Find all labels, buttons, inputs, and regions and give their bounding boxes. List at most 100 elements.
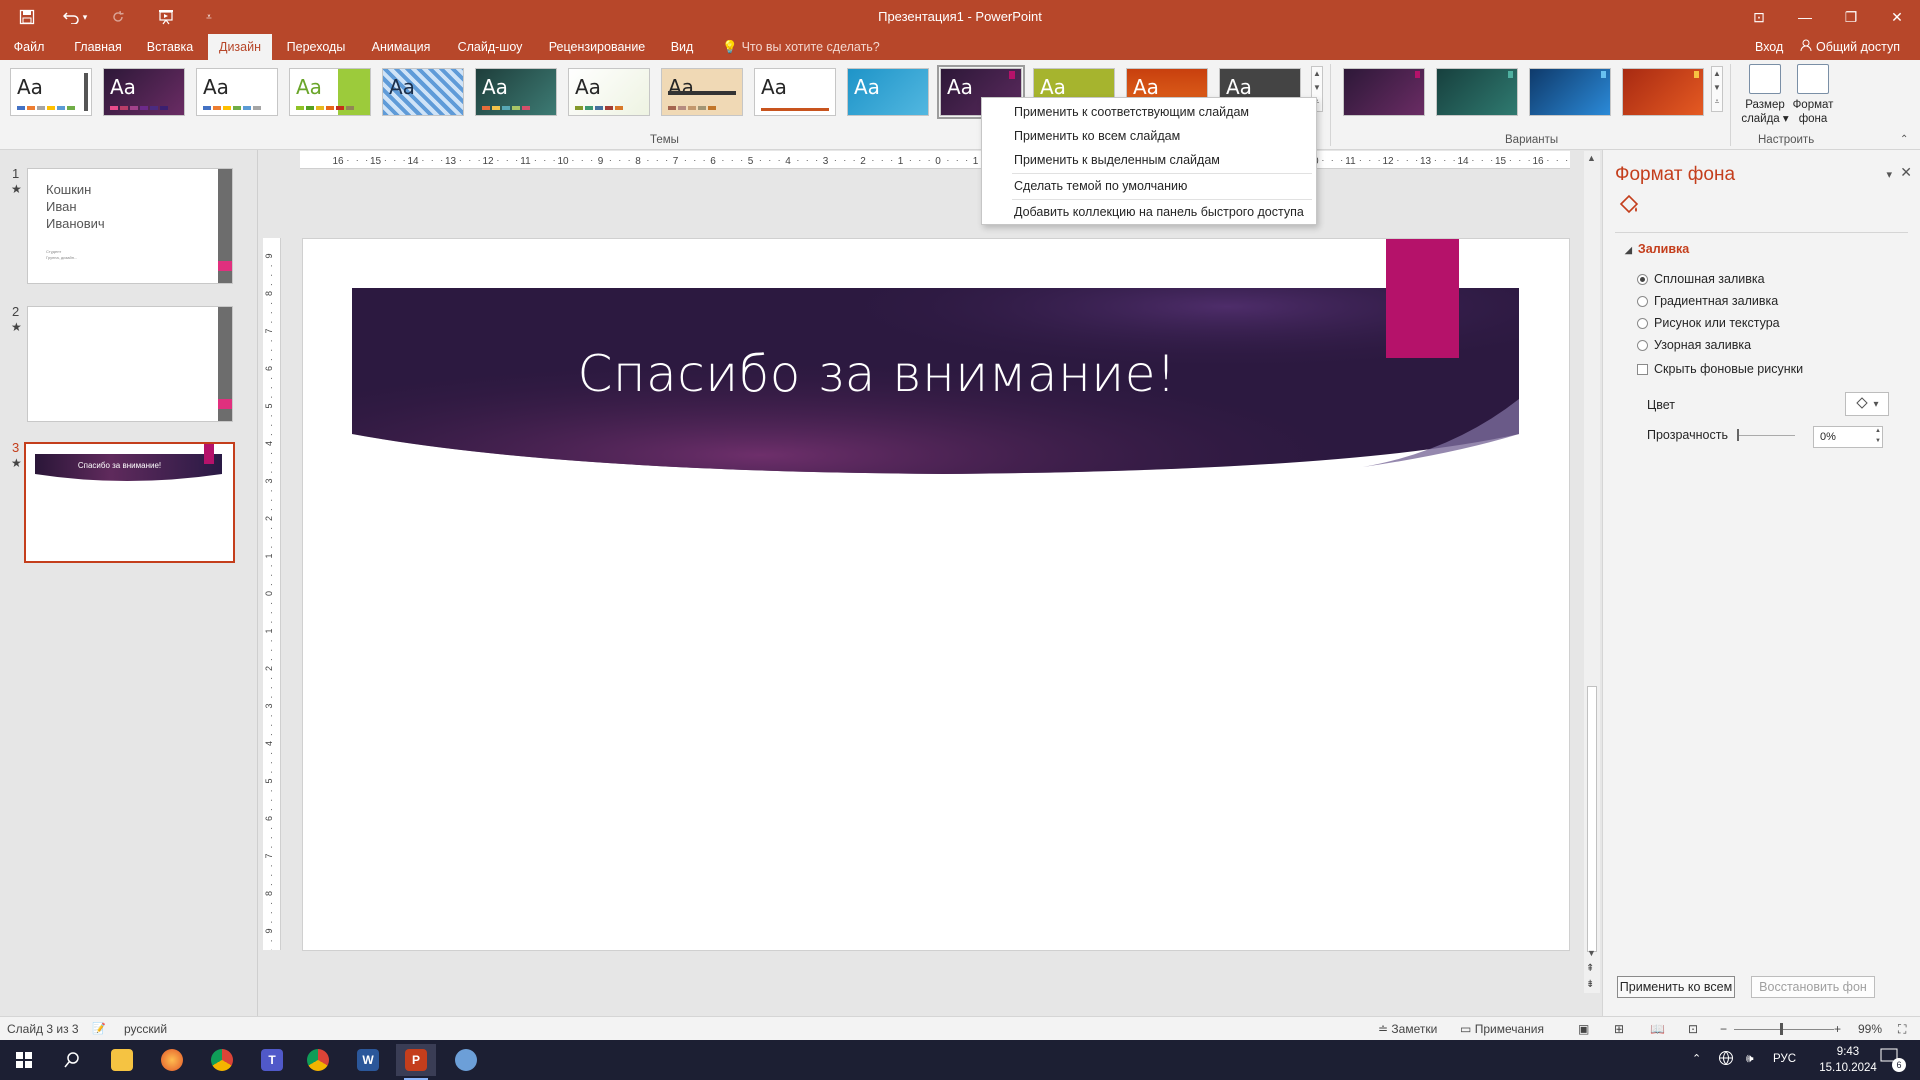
picture-fill-option[interactable]: Рисунок или текстура xyxy=(1637,314,1780,332)
tab-design[interactable]: Дизайн xyxy=(208,34,272,60)
menu-set-default-theme[interactable]: Сделать темой по умолчанию xyxy=(1014,176,1187,196)
theme-thumbnail-facet[interactable]: Aa xyxy=(196,68,278,116)
scroll-up-arrow[interactable]: ▲ xyxy=(1587,153,1596,163)
slide-thumbnail-2[interactable] xyxy=(27,306,233,422)
language-indicator[interactable]: русский xyxy=(124,1022,167,1036)
restore-button[interactable]: ❐ xyxy=(1828,0,1874,34)
collapse-ribbon-icon[interactable]: ⌃ xyxy=(1900,134,1908,145)
notes-button[interactable]: ≐ Заметки xyxy=(1378,1022,1437,1036)
transparency-spinner[interactable]: ▲ ▼ xyxy=(1875,426,1881,446)
scroll-down-arrow[interactable]: ▼ xyxy=(1587,948,1596,958)
pane-options-icon[interactable]: ▾ xyxy=(1886,168,1892,181)
theme-thumbnail-slice[interactable]: Aa xyxy=(754,68,836,116)
variant-thumbnail-blue[interactable] xyxy=(1529,68,1611,116)
firefox-icon[interactable] xyxy=(152,1044,192,1076)
transparency-slider[interactable] xyxy=(1737,435,1795,436)
lightbulb-icon: 💡 xyxy=(722,40,738,54)
spelling-check-icon[interactable]: 📝 xyxy=(92,1022,106,1035)
theme-thumbnail-organic[interactable]: Aa xyxy=(568,68,650,116)
theme-thumbnail-wisp[interactable]: Aa xyxy=(847,68,929,116)
tab-file[interactable]: Файл xyxy=(6,34,52,60)
ribbon-display-options-icon[interactable]: ⊡ xyxy=(1736,0,1782,34)
slide-canvas[interactable]: Спасибо за внимание! xyxy=(302,238,1570,951)
zoom-slider[interactable] xyxy=(1734,1029,1834,1030)
hide-background-graphics-checkbox[interactable]: Скрыть фоновые рисунки xyxy=(1637,360,1803,378)
theme-thumbnail-retrospect[interactable]: Aa xyxy=(661,68,743,116)
slide-thumbnail-3[interactable]: Спасибо за внимание! xyxy=(24,442,235,563)
theme-thumbnail-ion-boardroom[interactable]: Aa xyxy=(475,68,557,116)
next-slide-icon[interactable]: ⇟ xyxy=(1586,979,1594,990)
notification-center-icon[interactable]: 6 xyxy=(1880,1048,1906,1072)
tab-insert[interactable]: Вставка xyxy=(140,34,200,60)
zoom-slider-handle[interactable] xyxy=(1780,1023,1783,1035)
reading-view-icon[interactable]: 📖 xyxy=(1650,1022,1665,1036)
ruler-tick-mark xyxy=(271,302,272,304)
theme-thumbnail-berlin[interactable]: Aa xyxy=(103,68,185,116)
color-picker-button[interactable]: ▾ xyxy=(1845,392,1889,416)
theme-thumbnail-quotable[interactable]: Aa xyxy=(382,68,464,116)
menu-add-gallery-to-qat[interactable]: Добавить коллекцию на панель быстрого до… xyxy=(1014,202,1304,222)
variant-thumbnail-teal[interactable] xyxy=(1436,68,1518,116)
start-icon[interactable] xyxy=(4,1044,44,1076)
paint-icon[interactable] xyxy=(446,1044,486,1076)
share-button[interactable]: Общий доступ xyxy=(1800,34,1900,60)
tab-home[interactable]: Главная xyxy=(64,34,132,60)
normal-view-icon[interactable]: ▣ xyxy=(1578,1022,1589,1036)
solid-fill-option[interactable]: Сплошная заливка xyxy=(1637,270,1765,288)
format-background-button[interactable]: Формат фона xyxy=(1788,64,1838,126)
chrome-icon[interactable] xyxy=(202,1044,242,1076)
word-icon[interactable]: W xyxy=(348,1044,388,1076)
gradient-fill-option[interactable]: Градиентная заливка xyxy=(1637,292,1778,310)
chrome-icon[interactable] xyxy=(298,1044,338,1076)
theme-thumbnail-ion[interactable]: Aa xyxy=(289,68,371,116)
slideshow-view-icon[interactable]: ⊡ xyxy=(1688,1022,1698,1036)
menu-apply-selected-slides[interactable]: Применить к выделенным слайдам xyxy=(1014,150,1220,170)
tab-transitions[interactable]: Переходы xyxy=(280,34,352,60)
variant-thumbnail-orange[interactable] xyxy=(1622,68,1704,116)
slide-sorter-icon[interactable]: ⊞ xyxy=(1614,1022,1624,1036)
zoom-level[interactable]: 99% xyxy=(1858,1022,1882,1036)
volume-icon[interactable]: 🕪 xyxy=(1746,1051,1754,1066)
fill-section-header[interactable]: ◢ Заливка xyxy=(1625,242,1689,256)
pane-close-icon[interactable]: ✕ xyxy=(1900,164,1912,181)
pattern-fill-option[interactable]: Узорная заливка xyxy=(1637,336,1751,354)
powerpoint-icon[interactable]: P xyxy=(396,1044,436,1080)
zoom-out-button[interactable]: − xyxy=(1720,1022,1727,1036)
scrollbar-thumb[interactable] xyxy=(1587,686,1597,952)
slide-title[interactable]: Спасибо за внимание! xyxy=(352,345,1402,403)
slide-size-button[interactable]: Размер слайда ▾ xyxy=(1740,64,1790,126)
slide-thumbnail-1[interactable]: Кошкин Иван Иванович Студент Группа, диз… xyxy=(27,168,233,284)
input-language[interactable]: РУС xyxy=(1773,1053,1796,1065)
reset-background-button[interactable]: Восстановить фон xyxy=(1751,976,1875,998)
file-explorer-icon[interactable] xyxy=(102,1044,142,1076)
fill-bucket-icon[interactable] xyxy=(1617,192,1641,219)
close-button[interactable]: ✕ xyxy=(1874,0,1920,34)
show-hidden-icons-icon[interactable]: ⌃ xyxy=(1692,1052,1701,1065)
minimize-button[interactable]: — xyxy=(1782,0,1828,34)
clock[interactable]: 9:43 15.10.2024 xyxy=(1818,1044,1878,1076)
transparency-input[interactable]: 0% xyxy=(1813,426,1883,448)
tab-review[interactable]: Рецензирование xyxy=(540,34,654,60)
search-icon[interactable] xyxy=(52,1044,92,1076)
fit-to-window-icon[interactable]: ⛶ xyxy=(1898,1022,1906,1037)
tab-slideshow[interactable]: Слайд-шоу xyxy=(450,34,530,60)
teams-icon[interactable]: T xyxy=(252,1044,292,1076)
zoom-in-button[interactable]: + xyxy=(1834,1022,1841,1036)
network-icon[interactable] xyxy=(1718,1050,1734,1069)
tab-view[interactable]: Вид xyxy=(664,34,700,60)
transparency-slider-handle[interactable] xyxy=(1737,429,1739,441)
variant-thumbnail-purple[interactable] xyxy=(1343,68,1425,116)
previous-slide-icon[interactable]: ⇞ xyxy=(1586,963,1594,974)
ruler-tick-mark xyxy=(271,321,272,323)
variants-scroll[interactable]: ▲ ▼ ⩡ xyxy=(1711,66,1723,112)
canvas-scrollbar[interactable]: ▲ ▼ ⇞ ⇟ xyxy=(1584,151,1600,993)
tell-me-box[interactable]: 💡 Что вы хотите сделать? xyxy=(722,34,880,60)
menu-apply-matching-slides[interactable]: Применить к соответствующим слайдам xyxy=(1014,102,1249,122)
menu-apply-all-slides[interactable]: Применить ко всем слайдам xyxy=(1014,126,1180,146)
ruler-tick-mark xyxy=(271,265,272,267)
sign-in-link[interactable]: Вход xyxy=(1755,34,1783,60)
comments-button[interactable]: ▭ Примечания xyxy=(1460,1022,1544,1036)
apply-to-all-button[interactable]: Применить ко всем xyxy=(1617,976,1735,998)
tab-animations[interactable]: Анимация xyxy=(362,34,440,60)
theme-thumbnail-office[interactable]: Aa xyxy=(10,68,92,116)
